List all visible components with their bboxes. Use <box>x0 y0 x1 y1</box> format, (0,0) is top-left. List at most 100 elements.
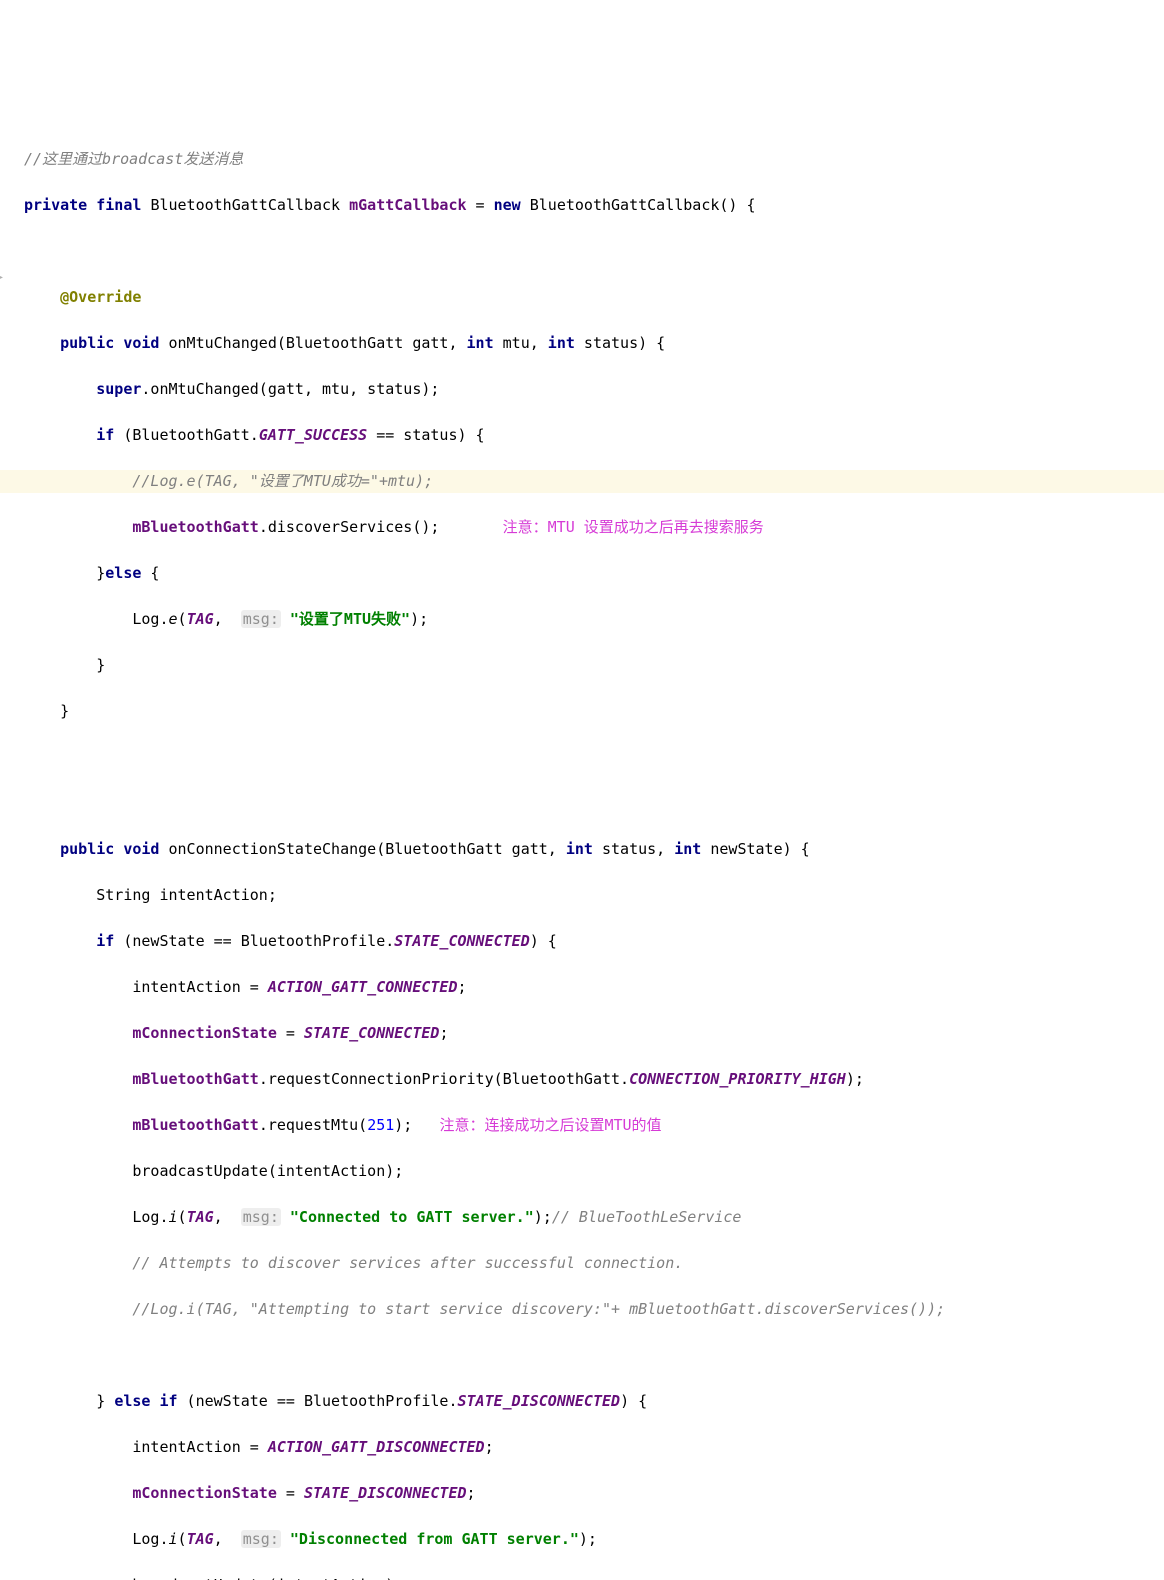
code-text: broadcastUpdate(intentAction); <box>132 1162 403 1180</box>
keyword-void: void <box>123 334 159 352</box>
code-line[interactable] <box>24 240 1164 263</box>
method-i: i <box>169 1208 178 1226</box>
code-line[interactable]: public void onConnectionStateChange(Blue… <box>24 838 1164 861</box>
code-line[interactable]: broadcastUpdate(intentAction); <box>24 1574 1164 1580</box>
code-line[interactable]: } <box>24 700 1164 723</box>
code-line[interactable]: intentAction = ACTION_GATT_DISCONNECTED; <box>24 1436 1164 1459</box>
code-line[interactable]: } <box>24 654 1164 677</box>
code-line-highlighted[interactable]: //Log.e(TAG, "设置了MTU成功="+mtu); <box>0 470 1164 493</box>
code-text: ) { <box>530 932 557 950</box>
field-name: mBluetoothGatt <box>132 518 258 536</box>
code-line[interactable]: mBluetoothGatt.requestMtu(251); 注意：连接成功之… <box>24 1114 1164 1137</box>
keyword-new: new <box>494 196 521 214</box>
code-text: mtu, <box>494 334 548 352</box>
method-e: e <box>169 610 178 628</box>
space <box>281 1208 290 1226</box>
code-text: .onMtuChanged(gatt, mtu, status); <box>141 380 439 398</box>
keyword-public: public <box>60 840 114 858</box>
code-text: Log. <box>132 610 168 628</box>
method-i: i <box>169 1530 178 1548</box>
code-line[interactable]: } else if (newState == BluetoothProfile.… <box>24 1390 1164 1413</box>
code-line[interactable]: Log.i(TAG, msg: "Disconnected from GATT … <box>24 1528 1164 1551</box>
code-text: { <box>141 564 159 582</box>
semicolon: ; <box>458 978 467 996</box>
keyword-public: public <box>60 334 114 352</box>
code-text: .requestMtu( <box>259 1116 367 1134</box>
code-text: ); <box>410 610 428 628</box>
keyword-if: if <box>159 1392 177 1410</box>
space <box>281 1530 290 1548</box>
code-line[interactable]: @Override <box>24 286 1164 309</box>
semicolon: ; <box>467 1484 476 1502</box>
semicolon: ; <box>485 1438 494 1456</box>
keyword-else: else <box>114 1392 150 1410</box>
comma: , <box>214 1530 241 1548</box>
semicolon: ; <box>439 1024 448 1042</box>
code-editor[interactable]: ▸ //这里通过broadcast发送消息 private final Blue… <box>0 92 1164 1580</box>
comma: , <box>214 610 241 628</box>
code-line[interactable]: String intentAction; <box>24 884 1164 907</box>
paren: ( <box>178 1530 187 1548</box>
code-line[interactable]: if (BluetoothGatt.GATT_SUCCESS == status… <box>24 424 1164 447</box>
code-text: ); <box>394 1116 412 1134</box>
param-hint: msg: <box>241 1530 281 1548</box>
keyword-if: if <box>96 426 114 444</box>
code-line[interactable]: private final BluetoothGattCallback mGat… <box>24 194 1164 217</box>
caret-gutter-icon: ▸ <box>0 266 8 276</box>
code-line[interactable]: mConnectionState = STATE_DISCONNECTED; <box>24 1482 1164 1505</box>
param-hint: msg: <box>241 1208 281 1226</box>
code-line[interactable]: //这里通过broadcast发送消息 <box>24 148 1164 171</box>
code-line[interactable]: //Log.i(TAG, "Attempting to start servic… <box>24 1298 1164 1321</box>
annotation-override: @Override <box>60 288 141 306</box>
space <box>150 1392 159 1410</box>
code-line[interactable]: mBluetoothGatt.discoverServices(); 注意：MT… <box>24 516 1164 539</box>
comment-text: // Attempts to discover services after s… <box>132 1254 683 1272</box>
code-line[interactable]: super.onMtuChanged(gatt, mtu, status); <box>24 378 1164 401</box>
code-text: intentAction = <box>132 978 267 996</box>
tag-constant: TAG <box>187 610 214 628</box>
constant: STATE_DISCONNECTED <box>458 1392 621 1410</box>
code-line[interactable] <box>24 746 1164 769</box>
code-text: ); <box>846 1070 864 1088</box>
code-text: newState) { <box>701 840 809 858</box>
brace: } <box>96 656 105 674</box>
keyword-int: int <box>674 840 701 858</box>
method-sig: onConnectionStateChange(BluetoothGatt ga… <box>159 840 565 858</box>
code-line[interactable]: mBluetoothGatt.requestConnectionPriority… <box>24 1068 1164 1091</box>
keyword-super: super <box>96 380 141 398</box>
code-line[interactable]: public void onMtuChanged(BluetoothGatt g… <box>24 332 1164 355</box>
field-name: mBluetoothGatt <box>132 1116 258 1134</box>
brace: } <box>60 702 69 720</box>
paren: ( <box>178 610 187 628</box>
code-line[interactable]: Log.i(TAG, msg: "Connected to GATT serve… <box>24 1206 1164 1229</box>
constant: GATT_SUCCESS <box>259 426 367 444</box>
number-literal: 251 <box>367 1116 394 1134</box>
code-line[interactable]: // Attempts to discover services after s… <box>24 1252 1164 1275</box>
comment-text: //Log.e(TAG, "设置了MTU成功="+mtu); <box>132 472 433 490</box>
code-line[interactable]: Log.e(TAG, msg: "设置了MTU失败"); <box>24 608 1164 631</box>
string-literal: "Disconnected from GATT server." <box>290 1530 579 1548</box>
code-line[interactable]: }else { <box>24 562 1164 585</box>
keyword-int: int <box>548 334 575 352</box>
constant: STATE_CONNECTED <box>304 1024 439 1042</box>
code-text: (newState == BluetoothProfile. <box>114 932 394 950</box>
code-line[interactable]: broadcastUpdate(intentAction); <box>24 1160 1164 1183</box>
code-line[interactable]: mConnectionState = STATE_CONNECTED; <box>24 1022 1164 1045</box>
code-text: == status) { <box>367 426 484 444</box>
code-line[interactable] <box>24 1344 1164 1367</box>
code-text: BluetoothGattCallback() { <box>521 196 756 214</box>
constant: STATE_CONNECTED <box>394 932 529 950</box>
code-line[interactable] <box>24 792 1164 815</box>
code-text: .requestConnectionPriority(BluetoothGatt… <box>259 1070 629 1088</box>
keyword-else: else <box>105 564 141 582</box>
field-name: mGattCallback <box>349 196 466 214</box>
string-literal: "设置了MTU失败" <box>290 610 410 628</box>
type-name: BluetoothGattCallback <box>150 196 340 214</box>
comment-text: //Log.i(TAG, "Attempting to start servic… <box>132 1300 945 1318</box>
comment-text: // BlueToothLeService <box>552 1208 742 1226</box>
code-text: broadcastUpdate(intentAction); <box>132 1576 403 1580</box>
code-line[interactable]: intentAction = ACTION_GATT_CONNECTED; <box>24 976 1164 999</box>
code-line[interactable]: if (newState == BluetoothProfile.STATE_C… <box>24 930 1164 953</box>
tag-constant: TAG <box>187 1530 214 1548</box>
inline-note: 注意：MTU 设置成功之后再去搜索服务 <box>503 518 764 536</box>
